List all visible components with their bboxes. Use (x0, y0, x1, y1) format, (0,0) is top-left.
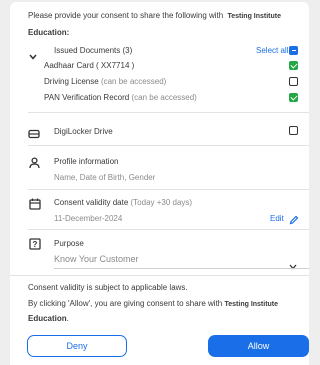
drive-icon (28, 126, 40, 144)
consent-prompt: Please provide your consent to share the… (28, 11, 282, 20)
divider (10, 275, 309, 276)
select-underline (54, 268, 309, 269)
document-checkbox[interactable] (289, 77, 298, 86)
pencil-icon[interactable] (289, 212, 299, 230)
org-name-continued: Education: (28, 28, 70, 37)
select-all-checkbox[interactable] (289, 46, 298, 55)
profile-information-label: Profile information (54, 157, 119, 166)
purpose-label: Purpose (54, 239, 84, 248)
person-icon (29, 156, 40, 174)
divider (28, 112, 309, 113)
digilocker-checkbox[interactable] (289, 126, 298, 135)
divider (28, 229, 309, 230)
calendar-icon (29, 197, 41, 215)
legal-note: Consent validity is subject to applicabl… (28, 283, 188, 292)
document-item: PAN Verification Record (can be accessed… (44, 93, 197, 102)
divider (28, 145, 309, 146)
allow-button[interactable]: Allow (208, 335, 309, 357)
profile-details: Name, Date of Birth, Gender (54, 173, 156, 182)
document-item: Aadhaar Card ( XX7714 ) (44, 61, 135, 70)
chevron-down-icon[interactable] (289, 257, 297, 275)
deny-button[interactable]: Deny (27, 335, 127, 357)
issued-documents-label: Issued Documents (3) (54, 46, 133, 55)
consent-card: Please provide your consent to share the… (10, 2, 309, 365)
validity-date: 11-December-2024 (54, 214, 123, 223)
digilocker-drive-label: DigiLocker Drive (54, 127, 113, 136)
purpose-select[interactable]: Know Your Customer (54, 254, 139, 264)
consent-validity-label: Consent validity date (Today +30 days) (54, 198, 193, 207)
document-item: Driving License (can be accessed) (44, 77, 167, 86)
divider (28, 189, 309, 190)
edit-link[interactable]: Edit (270, 214, 284, 223)
consent-statement: By clicking 'Allow', you are giving cons… (28, 299, 279, 308)
consent-statement-continued: Education. (28, 314, 69, 323)
chevron-down-icon[interactable] (29, 47, 37, 65)
document-checkbox[interactable] (289, 61, 298, 70)
org-name: Testing Institute (227, 13, 282, 20)
question-icon: ? (29, 237, 41, 255)
svg-text:?: ? (33, 240, 38, 249)
document-checkbox[interactable] (289, 93, 298, 102)
select-all-link[interactable]: Select all (256, 46, 288, 55)
